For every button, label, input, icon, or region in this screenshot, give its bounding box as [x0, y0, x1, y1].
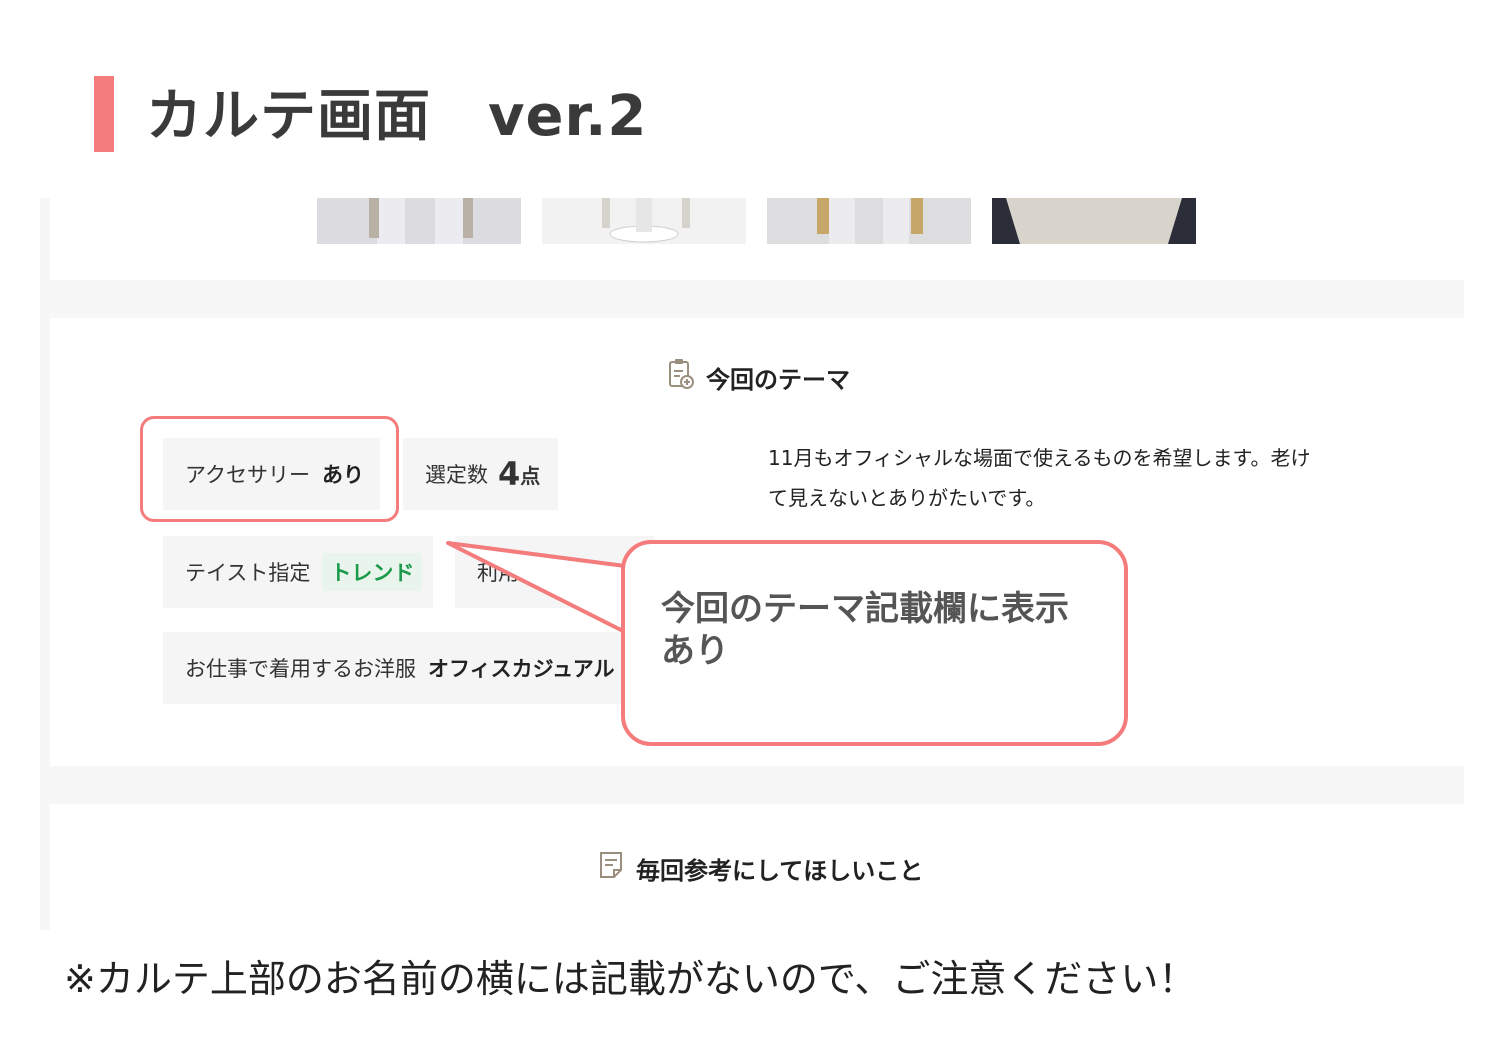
theme-description: 11月もオフィシャルな場面で使えるものを希望します。老け て見えないとありがたい… — [768, 446, 1311, 510]
work-clothes-chip: お仕事で着用するお洋服 オフィスカジュアル — [163, 632, 653, 704]
item-photo[interactable] — [767, 198, 971, 244]
title-accent-bar — [94, 76, 114, 152]
item-photo[interactable] — [317, 198, 521, 244]
callout-bubble: 今回のテーマ記載欄に表示 あり — [621, 540, 1128, 746]
clipboard-add-icon — [668, 358, 694, 396]
theme-heading: 今回のテーマ — [668, 358, 850, 396]
item-photo[interactable] — [992, 198, 1196, 244]
reference-heading: 毎回参考にしてほしいこと — [598, 850, 923, 886]
note-icon — [598, 850, 624, 886]
reference-section: 毎回参考にしてほしいこと — [50, 804, 1464, 930]
accessory-highlight — [140, 416, 399, 522]
footnote: ※カルテ上部のお名前の横には記載がないので、ご注意ください！ — [64, 957, 1197, 1001]
item-photo-strip — [50, 198, 1464, 280]
slide-title: カルテ画面 ver.2 — [146, 84, 648, 149]
item-photo[interactable] — [542, 198, 746, 244]
taste-chip: テイスト指定 トレンド — [163, 536, 433, 608]
selection-count-chip: 選定数 4 点 — [403, 438, 558, 510]
